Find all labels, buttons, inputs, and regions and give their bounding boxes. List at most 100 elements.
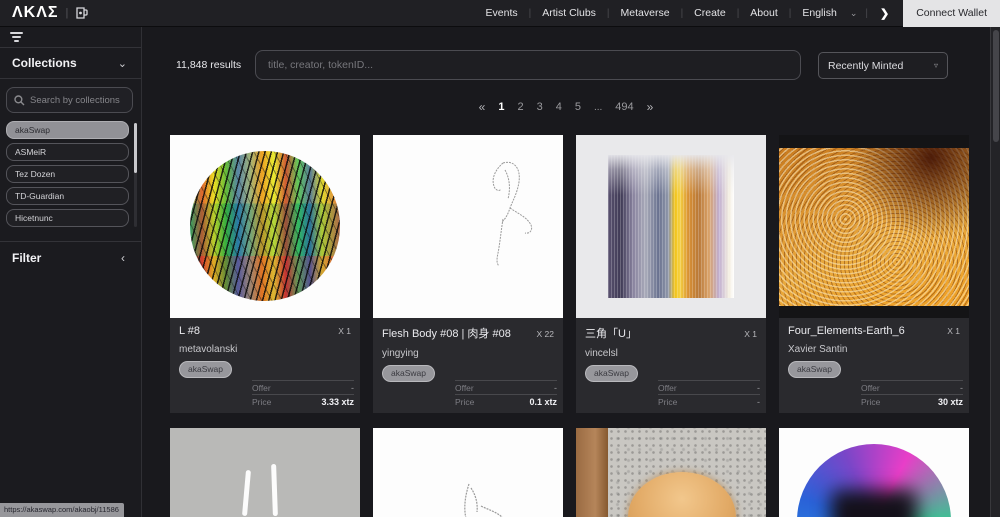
collection-badge[interactable]: akaSwap <box>585 365 638 382</box>
nft-card[interactable] <box>373 428 563 517</box>
pagination-page-3[interactable]: 3 <box>537 101 543 113</box>
collections-sidebar: Collections ⌄ akaSwap ASMeiR Tez Dozen T… <box>0 27 142 517</box>
language-label[interactable]: English <box>791 7 847 19</box>
funnel-filter-icon <box>10 30 23 44</box>
nft-edition-count: X 1 <box>744 329 757 339</box>
collection-item-hicetnunc[interactable]: Hicetnunc <box>6 209 129 227</box>
chevron-down-icon: ⌄ <box>117 57 127 70</box>
nft-card[interactable]: Four_Elements-Earth_6 X 1 Xavier Santin … <box>779 135 969 413</box>
price-value: 3.33 xtz <box>321 396 354 407</box>
scrollbar-thumb[interactable] <box>992 30 999 142</box>
nft-title[interactable]: Flesh Body #08 | 肉身 #08 <box>382 325 511 341</box>
collections-search-input[interactable] <box>30 94 125 106</box>
nft-artwork-rainbow-orb[interactable] <box>779 428 969 517</box>
nft-creator[interactable]: yingying <box>382 348 554 359</box>
nft-title[interactable]: L #8 <box>179 325 200 337</box>
nft-card-info: Flesh Body #08 | 肉身 #08 X 22 yingying ak… <box>373 318 563 413</box>
collections-header-label: Collections <box>12 56 77 70</box>
pagination-page-5[interactable]: 5 <box>575 101 581 113</box>
akaswap-marketplace-page: ΛΚΛΣ | Events | Artist Clubs | Metaverse… <box>0 0 1000 517</box>
price-label: Price <box>455 396 475 407</box>
nft-card[interactable] <box>170 428 360 517</box>
nft-creator[interactable]: Xavier Santin <box>788 344 960 355</box>
nft-artwork-pomeranian-photo[interactable] <box>576 428 766 517</box>
nav-item-artist-clubs[interactable]: Artist Clubs <box>531 7 607 19</box>
nft-card[interactable]: Flesh Body #08 | 肉身 #08 X 22 yingying ak… <box>373 135 563 413</box>
collection-badge[interactable]: akaSwap <box>382 365 435 382</box>
nft-creator[interactable]: vincelsl <box>585 348 757 359</box>
collections-search-box[interactable] <box>6 87 133 113</box>
nft-card[interactable]: 三角「U」 X 1 vincelsl akaSwap Offer - Price - <box>576 135 766 413</box>
nft-card[interactable] <box>576 428 766 517</box>
nav-item-metaverse[interactable]: Metaverse <box>610 7 681 19</box>
collection-item-akaswap[interactable]: akaSwap <box>6 121 129 139</box>
nft-artwork-striped-circle[interactable] <box>170 135 360 318</box>
offer-value: - <box>960 382 963 393</box>
collection-item-tez-dozen[interactable]: Tez Dozen <box>6 165 129 183</box>
chevron-left-icon: ‹ <box>121 250 125 265</box>
offer-value: - <box>554 382 557 393</box>
dropdown-arrow-icon: ▿ <box>933 61 938 70</box>
link-preview-tooltip: https://akaswap.com/akaobj/11586 <box>0 503 124 517</box>
pagination-page-2[interactable]: 2 <box>517 101 523 113</box>
sort-dropdown[interactable]: Recently Minted ▿ <box>818 52 948 79</box>
nft-pricing: Offer - Price 3.33 xtz <box>252 380 354 408</box>
nft-artwork-gray-marks[interactable] <box>170 428 360 517</box>
nft-artwork-wireframe-figure[interactable] <box>373 135 563 318</box>
nav-item-events[interactable]: Events <box>475 7 529 19</box>
offer-value: - <box>351 382 354 393</box>
nft-pricing: Offer - Price - <box>658 380 760 408</box>
collapse-arrow-icon[interactable]: ❯ <box>868 7 903 20</box>
collections-section-header[interactable]: Collections ⌄ <box>0 48 141 79</box>
nft-card[interactable] <box>779 428 969 517</box>
nft-edition-count: X 1 <box>947 326 960 336</box>
nft-card[interactable]: L #8 X 1 metavolanski akaSwap Offer - Pri… <box>170 135 360 413</box>
page-scrollbar[interactable] <box>990 27 1000 517</box>
token-search-input[interactable] <box>268 59 788 71</box>
connect-wallet-button[interactable]: Connect Wallet <box>903 0 1000 27</box>
filter-header-label: Filter <box>12 250 42 265</box>
nav-item-create[interactable]: Create <box>683 7 737 19</box>
nft-artwork-earth-aerial[interactable] <box>779 135 969 318</box>
offer-value: - <box>757 382 760 393</box>
akaswap-logo[interactable]: ΛΚΛΣ <box>12 5 59 21</box>
pagination-page-1[interactable]: 1 <box>498 101 504 113</box>
collection-badge[interactable]: akaSwap <box>788 361 841 378</box>
pagination-page-494[interactable]: 494 <box>615 101 633 113</box>
nav-item-about[interactable]: About <box>739 7 788 19</box>
sidebar-filter-toggle[interactable] <box>0 27 141 48</box>
top-navigation-bar: ΛΚΛΣ | Events | Artist Clubs | Metaverse… <box>0 0 1000 27</box>
pagination-page-4[interactable]: 4 <box>556 101 562 113</box>
nft-edition-count: X 1 <box>338 326 351 336</box>
mug-icon[interactable] <box>75 6 89 20</box>
nft-card-info: 三角「U」 X 1 vincelsl akaSwap Offer - Price - <box>576 318 766 413</box>
brand: ΛΚΛΣ | <box>0 5 89 21</box>
collection-badge[interactable]: akaSwap <box>179 361 232 378</box>
collections-list-scrollbar[interactable] <box>134 123 137 227</box>
collection-item-td-guardian[interactable]: TD-Guardian <box>6 187 129 205</box>
pagination-prev[interactable]: « <box>479 100 486 114</box>
collection-item-asmeir[interactable]: ASMeiR <box>6 143 129 161</box>
offer-label: Offer <box>455 382 474 393</box>
nft-artwork-glitch-stripes[interactable] <box>576 135 766 318</box>
main-nav: Events | Artist Clubs | Metaverse | Crea… <box>475 0 1000 27</box>
nft-card-info: Four_Elements-Earth_6 X 1 Xavier Santin … <box>779 318 969 413</box>
filter-section-header[interactable]: Filter ‹ <box>0 241 141 273</box>
nft-artwork-wireframe-sketch[interactable] <box>373 428 563 517</box>
price-value: 30 xtz <box>937 396 963 407</box>
wireframe-body-drawing <box>492 161 533 267</box>
nft-title[interactable]: Four_Elements-Earth_6 <box>788 325 905 337</box>
nft-creator[interactable]: metavolanski <box>179 344 351 355</box>
language-selector[interactable]: English ⌄ <box>791 7 865 19</box>
wireframe-sketch-drawing <box>464 483 503 517</box>
pagination-next[interactable]: » <box>647 100 654 114</box>
nft-title[interactable]: 三角「U」 <box>585 325 637 341</box>
offer-label: Offer <box>252 382 271 393</box>
nft-pricing: Offer - Price 30 xtz <box>861 380 963 408</box>
price-label: Price <box>252 396 272 407</box>
token-search-box[interactable] <box>255 50 801 80</box>
sort-selected-value: Recently Minted <box>828 59 904 72</box>
results-main: 11,848 results Recently Minted ▿ « 1 2 3… <box>142 27 1000 517</box>
offer-label: Offer <box>658 382 677 393</box>
price-value: - <box>757 396 760 407</box>
